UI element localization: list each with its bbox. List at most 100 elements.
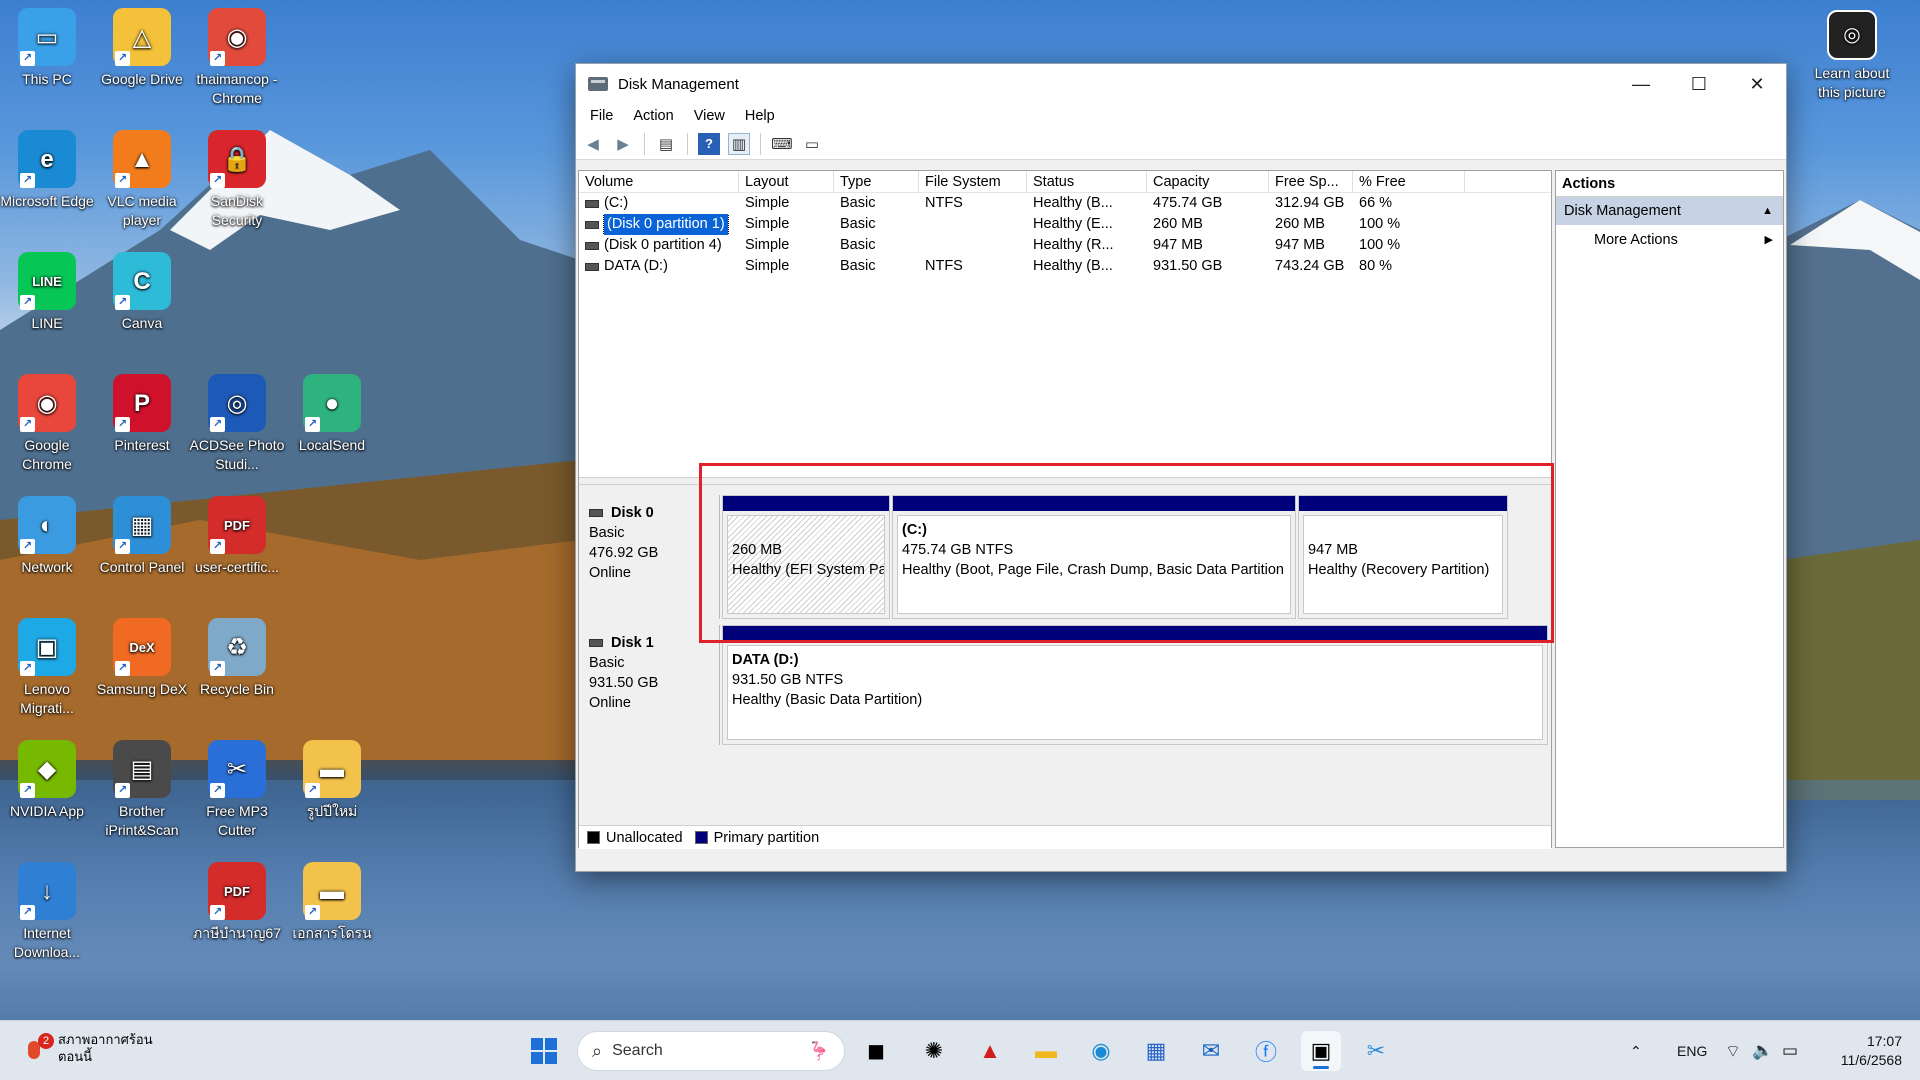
learn-about-picture[interactable]: ◎ Learn about this picture (1804, 10, 1900, 102)
start-button[interactable] (524, 1031, 564, 1071)
desktop-icon-vlc[interactable]: ▲ ↗ VLC media player (94, 130, 190, 230)
acrobat-icon[interactable]: ▲ (970, 1031, 1010, 1071)
maximize-button[interactable]: ☐ (1670, 64, 1728, 104)
outlook-icon[interactable]: ✉ (1191, 1031, 1231, 1071)
language-indicator[interactable]: ENG (1677, 1021, 1707, 1080)
desktop-icon-pdf[interactable]: PDF ↗ user-certific... (189, 496, 285, 577)
content-area: Volume Layout Type File System Status Ca… (576, 168, 1786, 871)
menu-action[interactable]: Action (623, 108, 683, 124)
desktop-icon-scissors[interactable]: ✂ ↗ Free MP3 Cutter (189, 740, 285, 840)
volume-cell-status: Healthy (B... (1033, 195, 1113, 211)
volume-cell-capacity: 475.74 GB (1153, 195, 1223, 211)
show-action-pane-icon[interactable]: ▥ (728, 132, 750, 155)
more-actions-item[interactable]: More Actions ▶ (1556, 225, 1783, 255)
pane-splitter[interactable] (579, 477, 1551, 485)
shortcut-arrow-icon: ↗ (305, 783, 320, 798)
disk-0-partition-recovery[interactable]: 947 MB Healthy (Recovery Partition) (1298, 495, 1508, 619)
desktop-icon-idm[interactable]: ↓ ↗ Internet Downloa... (0, 862, 95, 962)
desktop-icon-label: Lenovo Migrati... (20, 681, 74, 716)
disk-1-partition-d[interactable]: DATA (D:) 931.50 GB NTFS Healthy (Basic … (722, 625, 1548, 745)
volume-list[interactable]: Volume Layout Type File System Status Ca… (579, 171, 1551, 477)
file-explorer-icon[interactable]: ▬ (1026, 1031, 1066, 1071)
desktop-icon-label: Internet Downloa... (13, 925, 81, 960)
desktop-icon-monitor[interactable]: ▭ ↗ This PC (0, 8, 95, 89)
desktop-icon-lock[interactable]: 🔒 ↗ SanDisk Security (189, 130, 285, 230)
desktop-icon-edge[interactable]: e ↗ Microsoft Edge (0, 130, 95, 211)
column-status[interactable]: Status (1027, 171, 1147, 192)
volume-row[interactable]: DATA (D:) Simple Basic NTFS Healthy (B... 931… (579, 256, 1551, 277)
column-capacity[interactable]: Capacity (1147, 171, 1269, 192)
close-button[interactable]: ✕ (1728, 64, 1786, 104)
column-file-system[interactable]: File System (919, 171, 1027, 192)
menu-help[interactable]: Help (735, 108, 785, 124)
menu-view[interactable]: View (684, 108, 735, 124)
forward-arrow-icon[interactable]: ▶ (612, 133, 634, 155)
help-icon[interactable]: ? (698, 132, 720, 155)
disk-1-partitions: DATA (D:) 931.50 GB NTFS Healthy (Basic … (719, 625, 1549, 745)
volume-row[interactable]: (Disk 0 partition 1) Simple Basic Healthy (… (579, 214, 1551, 235)
disk-0-info[interactable]: Disk 0 Basic 476.92 GB Online (585, 497, 719, 617)
column-percent-free[interactable]: % Free (1353, 171, 1465, 192)
shortcut-arrow-icon: ↗ (20, 417, 35, 432)
desktop-icon-folder[interactable]: ▬ ↗ เอกสารโดรน (284, 862, 380, 943)
disk-0-type: Basic (589, 525, 625, 541)
desktop-icon-lenovo-migration[interactable]: ▣ ↗ Lenovo Migrati... (0, 618, 95, 718)
desktop-icon-acdsee[interactable]: ◎ ↗ ACDSee Photo Studi... (189, 374, 285, 474)
desktop-icon-pinterest[interactable]: P ↗ Pinterest (94, 374, 190, 455)
speaker-icon[interactable]: 🔈 (1752, 1021, 1773, 1080)
desktop-icon-line[interactable]: LINE ↗ LINE (0, 252, 95, 333)
desktop-icon-canva[interactable]: C ↗ Canva (94, 252, 190, 333)
task-view-icon[interactable]: ◼ (856, 1031, 896, 1071)
desktop-icon-pdf[interactable]: PDF ↗ ภาษีบำนาญ67 (189, 862, 285, 943)
collapse-up-icon[interactable]: ▲ (1762, 197, 1773, 225)
back-arrow-icon[interactable]: ◀ (582, 133, 604, 155)
toolbar: ◀ ▶ ▤ ? ▥ ⌨ ▭ (576, 128, 1786, 160)
dex-icon: DeX ↗ (113, 618, 171, 676)
desktop-icon-localsend[interactable]: ● ↗ LocalSend (284, 374, 380, 455)
desktop-icon-dex[interactable]: DeX ↗ Samsung DeX (94, 618, 190, 699)
disk-0-partition-efi[interactable]: 260 MB Healthy (EFI System Pa (722, 495, 890, 619)
facebook-icon[interactable]: ⓕ (1246, 1031, 1286, 1071)
wifi-icon[interactable]: ⌔ (1725, 1021, 1741, 1080)
actions-section-disk-management[interactable]: Disk Management ▲ (1556, 197, 1783, 225)
microsoft-store-icon[interactable]: ▦ (1136, 1031, 1176, 1071)
clock[interactable]: 17:07 11/6/2568 (1822, 1021, 1902, 1080)
battery-icon[interactable]: ▭ (1782, 1021, 1798, 1080)
disk-0-partition-c[interactable]: (C:) 475.74 GB NTFS Healthy (Boot, Page … (892, 495, 1296, 619)
desktop-icon-folder[interactable]: ▬ ↗ รูปปีใหม่ (284, 740, 380, 821)
desktop-icon-printer[interactable]: ▤ ↗ Brother iPrint&Scan (94, 740, 190, 840)
volume-icon (585, 199, 599, 208)
desktop-icon-chrome-profile[interactable]: ◉ ↗ thaimancop - Chrome (189, 8, 285, 108)
desktop-icon-control-panel[interactable]: ▦ ↗ Control Panel (94, 496, 190, 577)
volume-row[interactable]: (C:) Simple Basic NTFS Healthy (B... 475.74 G… (579, 193, 1551, 214)
desktop-icon-nvidia[interactable]: ◆ ↗ NVIDIA App (0, 740, 95, 821)
show-hide-console-tree-icon[interactable]: ▤ (655, 133, 677, 155)
desktop-icon-label: SanDisk Security (210, 193, 264, 228)
column-free-space[interactable]: Free Sp... (1269, 171, 1353, 192)
volume-name: (C:) (604, 195, 629, 211)
column-layout[interactable]: Layout (739, 171, 834, 192)
desktop-icon-recycle-bin[interactable]: ♻ ↗ Recycle Bin (189, 618, 285, 699)
desktop-icon-google-drive[interactable]: △ ↗ Google Drive (94, 8, 190, 89)
properties-icon[interactable]: ▭ (801, 133, 823, 155)
column-type[interactable]: Type (834, 171, 919, 192)
scissors-icon: ✂ ↗ (208, 740, 266, 798)
clock-date: 11/6/2568 (1840, 1052, 1902, 1068)
edge-taskbar-icon[interactable]: ◉ (1081, 1031, 1121, 1071)
shortcut-arrow-icon: ↗ (20, 51, 35, 66)
column-volume[interactable]: Volume (579, 171, 739, 192)
volume-row[interactable]: (Disk 0 partition 4) Simple Basic Healthy (… (579, 235, 1551, 256)
copilot-icon[interactable]: ✺ (914, 1031, 954, 1071)
snipping-tool-icon[interactable]: ✂ (1356, 1031, 1396, 1071)
minimize-button[interactable]: — (1612, 64, 1670, 104)
connect-virtual-disk-icon[interactable]: ⌨ (771, 133, 793, 155)
menu-file[interactable]: File (580, 108, 623, 124)
desktop-icon-chrome[interactable]: ◉ ↗ Google Chrome (0, 374, 95, 474)
disk-1-info[interactable]: Disk 1 Basic 931.50 GB Online (585, 627, 719, 753)
weather-widget[interactable]: 2 สภาพอากาศร้อน ตอนนี้ (24, 1031, 153, 1065)
weather-line-2: ตอนนี้ (58, 1049, 93, 1064)
taskbar-search-box[interactable]: ⌕ Search 🦩 (577, 1031, 845, 1071)
disk-management-taskbar-icon[interactable]: ▣ (1301, 1031, 1341, 1071)
desktop-icon-network[interactable]: ◐ ↗ Network (0, 496, 95, 577)
show-hidden-icons-button[interactable]: ⌃ (1630, 1021, 1642, 1080)
